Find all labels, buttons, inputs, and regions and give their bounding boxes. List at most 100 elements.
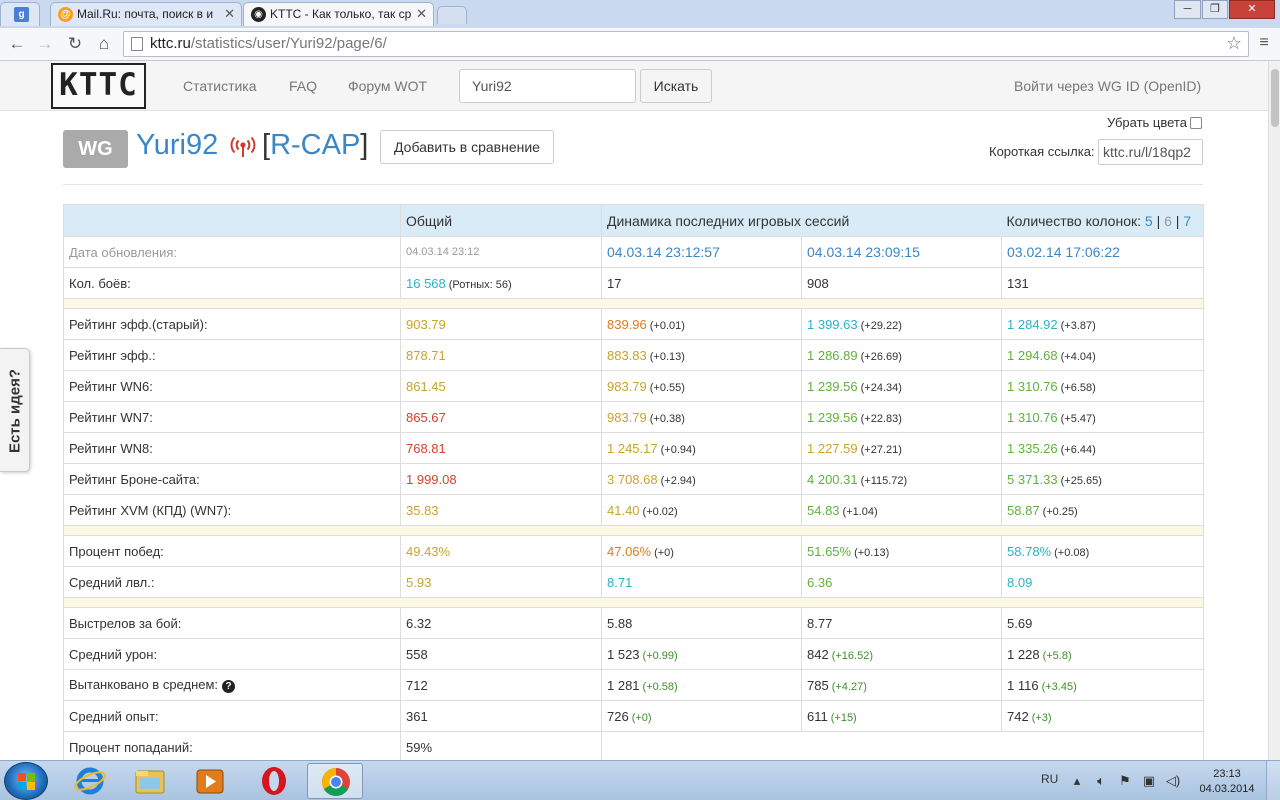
nav-faq[interactable]: FAQ xyxy=(289,78,317,94)
session-value: 983.79 (+0.38) xyxy=(601,401,802,433)
columns-5-link[interactable]: 5 xyxy=(1145,213,1153,229)
row-label: Рейтинг WN8: xyxy=(63,432,401,464)
close-window-button[interactable]: ✕ xyxy=(1229,0,1275,19)
session-value: 51.65% (+0.13) xyxy=(800,535,1003,567)
remove-colors-checkbox[interactable] xyxy=(1190,117,1202,129)
reload-icon[interactable]: ↻ xyxy=(64,33,86,55)
nav-forum[interactable]: Форум WOT xyxy=(348,78,427,94)
player-search-input[interactable] xyxy=(459,69,636,103)
taskbar-chrome[interactable] xyxy=(307,763,363,799)
session-value: 1 523 (+0.99) xyxy=(601,638,802,670)
server-badge: WG xyxy=(63,130,128,168)
menu-icon[interactable]: ≡ xyxy=(1255,34,1273,52)
session-date-link[interactable]: 04.03.14 23:09:15 xyxy=(800,236,1003,268)
row-label: Средний урон: xyxy=(63,638,401,670)
session-date-link[interactable]: 03.02.14 17:06:22 xyxy=(1001,236,1205,268)
explorer-icon xyxy=(135,770,165,794)
show-desktop-button[interactable] xyxy=(1266,761,1280,800)
columns-6-current: 6 xyxy=(1164,212,1172,229)
row-label: Рейтинг WN7: xyxy=(63,401,401,433)
maximize-button[interactable]: ❐ xyxy=(1202,0,1228,19)
language-indicator[interactable]: RU xyxy=(1041,772,1058,786)
home-icon[interactable]: ⌂ xyxy=(93,33,115,55)
speaker-icon[interactable]: 🔈︎ xyxy=(1093,774,1109,788)
overall-value: 878.71 xyxy=(400,339,602,371)
scrollbar-thumb[interactable] xyxy=(1271,69,1279,127)
table-row: Рейтинг WN7: 865.67 983.79 (+0.38) 1 239.56(… xyxy=(63,401,1205,433)
session-value: 6.36 xyxy=(800,566,1003,598)
session-battles: 131 xyxy=(1001,267,1205,299)
session-value: 58.87 (+0.25) xyxy=(1001,494,1205,526)
session-value: 1 335.26 (+6.44) xyxy=(1001,432,1205,464)
browser-tab-kttc[interactable]: ◉ KTTC - Как только, так ср ✕ xyxy=(243,2,434,26)
overall-value: 5.93 xyxy=(400,566,602,598)
network-icon[interactable]: ▣ xyxy=(1141,774,1157,788)
taskbar-explorer[interactable] xyxy=(122,763,178,799)
browser-tab-google[interactable]: g xyxy=(0,2,40,26)
session-value: 1 239.56 (+24.34) xyxy=(800,370,1003,402)
session-value: 1 310.76 (+6.58) xyxy=(1001,370,1205,402)
bookmark-star-icon[interactable]: ☆ xyxy=(1226,33,1242,54)
add-to-compare-button[interactable]: Добавить в сравнение xyxy=(380,130,554,164)
header-dynamics: Динамика последних игровых сессий xyxy=(600,204,1002,237)
taskbar-opera[interactable] xyxy=(246,763,302,799)
table-row: Рейтинг WN8: 768.81 1 245.17 (+0.94) 1 227.5… xyxy=(63,432,1205,464)
player-name[interactable]: Yuri92 xyxy=(136,129,218,162)
taskbar-media-player[interactable] xyxy=(182,763,238,799)
table-row-update-date: Дата обновления: 04.03.14 23:12 04.03.14… xyxy=(63,236,1205,268)
feedback-tab[interactable]: Есть идея? xyxy=(0,348,30,472)
close-tab-icon[interactable]: ✕ xyxy=(224,6,235,22)
new-tab-button[interactable] xyxy=(437,6,467,24)
browser-tab-mailru[interactable]: @ Mail.Ru: почта, поиск в и ✕ xyxy=(50,2,242,26)
help-icon[interactable]: ? xyxy=(222,680,236,693)
columns-7-link[interactable]: 7 xyxy=(1183,213,1191,229)
search-button[interactable]: Искать xyxy=(640,69,712,103)
overall-value: 59% xyxy=(400,731,602,763)
short-link-field[interactable] xyxy=(1098,139,1203,165)
volume-icon[interactable]: ◁) xyxy=(1165,774,1181,788)
row-label: Процент попаданий: xyxy=(63,731,401,763)
row-label: Рейтинг эфф.(старый): xyxy=(63,308,401,340)
tray-expand-icon[interactable]: ▴ xyxy=(1069,774,1085,788)
session-value: 8.71 xyxy=(601,566,802,598)
flag-icon[interactable]: ⚑ xyxy=(1117,774,1133,788)
system-clock[interactable]: 23:13 04.03.2014 xyxy=(1198,767,1256,797)
session-battles: 17 xyxy=(601,267,802,299)
table-row: Рейтинг XVM (КПД) (WN7): 35.83 41.40 (+0.02… xyxy=(63,494,1205,526)
page-icon xyxy=(131,37,143,51)
session-value: 1 239.56 (+22.83) xyxy=(800,401,1003,433)
minimize-button[interactable]: ─ xyxy=(1174,0,1201,19)
clan-tag[interactable]: [R-CAP] xyxy=(262,129,368,162)
back-icon[interactable]: ← xyxy=(6,33,28,55)
session-value: 5.69 xyxy=(1001,607,1205,639)
close-tab-icon[interactable]: ✕ xyxy=(416,6,427,22)
overall-battles: 16 568 (Ротных: 56) xyxy=(400,267,602,299)
tab-title: KTTC - Как только, так ср xyxy=(270,7,412,21)
online-signal-icon xyxy=(230,136,256,157)
login-link[interactable]: Войти через WG ID (OpenID) xyxy=(1014,78,1201,94)
page-scrollbar[interactable] xyxy=(1268,61,1280,760)
feedback-label: Есть идея? xyxy=(6,368,24,454)
taskbar-ie[interactable] xyxy=(62,763,118,799)
table-row: Вытанковано в среднем:? 712 1 281 (+0.58) 78… xyxy=(63,669,1205,701)
session-value: 3 708.68 (+2.94) xyxy=(601,463,802,495)
address-bar[interactable]: kttc.ru/statistics/user/Yuri92/page/6/ ☆ xyxy=(123,31,1249,57)
start-button[interactable] xyxy=(4,762,48,800)
forward-icon[interactable]: → xyxy=(34,33,56,55)
site-header: KTTC Статистика FAQ Форум WOT Искать Вой… xyxy=(0,61,1268,111)
session-value: 842 (+16.52) xyxy=(800,638,1003,670)
site-logo[interactable]: KTTC xyxy=(51,63,146,109)
overall-value: 49.43% xyxy=(400,535,602,567)
media-player-icon xyxy=(196,769,224,794)
session-value: 1 294.68 (+4.04) xyxy=(1001,339,1205,371)
session-value: 839.96 (+0.01) xyxy=(601,308,802,340)
session-value: 47.06% (+0) xyxy=(601,535,802,567)
nav-statistics[interactable]: Статистика xyxy=(183,78,257,94)
browser-tab-strip: g @ Mail.Ru: почта, поиск в и ✕ ◉ KTTC -… xyxy=(0,0,1280,28)
session-value: 5.88 xyxy=(601,607,802,639)
session-date-link[interactable]: 04.03.14 23:12:57 xyxy=(601,236,802,268)
session-value: 8.09 xyxy=(1001,566,1205,598)
row-label: Рейтинг WN6: xyxy=(63,370,401,402)
session-value: 41.40 (+0.02) xyxy=(601,494,802,526)
table-row: Процент побед: 49.43% 47.06% (+0) 51.65% (+0.… xyxy=(63,535,1205,567)
